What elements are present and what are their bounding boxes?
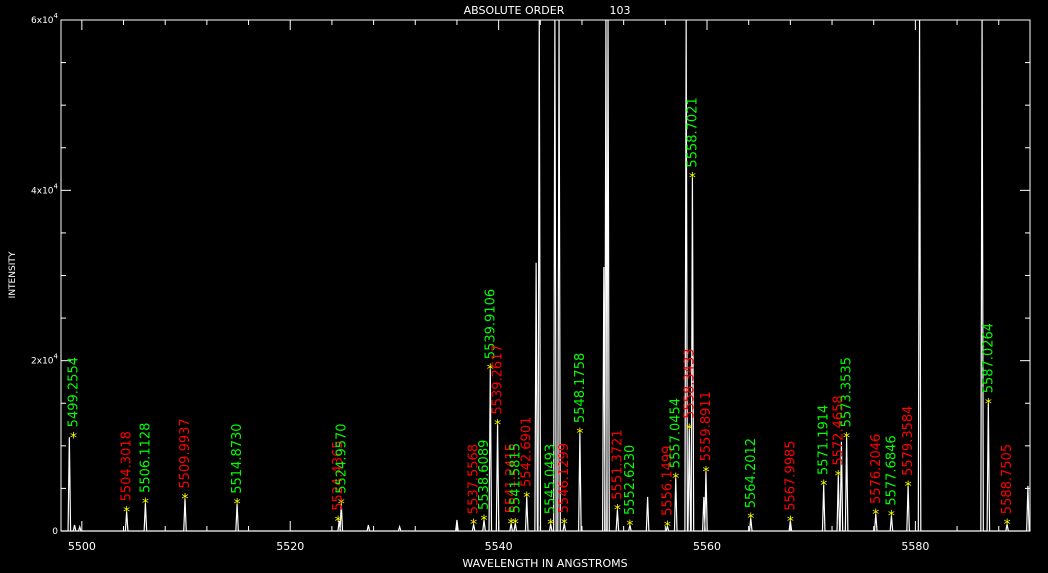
line-marker-asterisk: * (702, 464, 709, 480)
line-label: 5558.7021 (685, 97, 700, 167)
line-label: 5539.2617 (491, 344, 506, 414)
x-tick-label: 5500 (68, 540, 96, 553)
y-tick-mantissa: 2x10 (31, 357, 54, 367)
line-label: 5571.1914 (817, 405, 832, 475)
line-label: 5504.3018 (120, 431, 135, 501)
line-label: 5542.6901 (520, 417, 535, 487)
line-marker-asterisk: * (523, 490, 530, 506)
line-label: 5509.9937 (178, 418, 193, 488)
y-tick-exponent: 4 (54, 182, 59, 190)
y-tick-mantissa: 6x10 (31, 16, 54, 26)
line-marker-asterisk: * (234, 497, 241, 513)
line-marker-asterisk: * (1004, 517, 1011, 533)
line-label: 5577.6846 (884, 435, 899, 505)
line-label: 5546.1299 (557, 443, 572, 513)
y-tick-label: 0 (52, 527, 58, 537)
line-marker-asterisk: * (689, 171, 696, 187)
line-label: 5579.3584 (901, 406, 916, 476)
line-label: 5559.8911 (699, 391, 714, 461)
y-tick-mantissa: 0 (52, 527, 58, 537)
line-marker-asterisk: * (142, 496, 149, 512)
line-label: 5588.7505 (1000, 444, 1015, 514)
line-marker-asterisk: * (123, 504, 130, 520)
line-marker-asterisk: * (664, 519, 671, 535)
line-label: 5587.0264 (981, 323, 996, 393)
line-label: 5499.2554 (67, 357, 82, 427)
spectrum-chart: ABSOLUTE ORDER 103 WAVELENGTH IN ANGSTRO… (0, 0, 1048, 573)
line-label: 5564.2012 (744, 438, 759, 508)
x-tick-label: 5520 (276, 540, 304, 553)
x-axis-label: WAVELENGTH IN ANGSTROMS (462, 557, 627, 570)
line-marker-asterisk: * (512, 516, 519, 532)
line-label: 5558.3433 (682, 348, 697, 418)
line-marker-asterisk: * (888, 509, 895, 525)
line-marker-asterisk: * (481, 513, 488, 529)
line-marker-asterisk: * (835, 469, 842, 485)
line-marker-asterisk: * (905, 479, 912, 495)
line-marker-asterisk: * (335, 514, 342, 530)
y-tick-exponent: 4 (54, 353, 59, 361)
line-label: 5548.1758 (573, 353, 588, 423)
x-tick-label: 5540 (485, 540, 513, 553)
line-label: 5552.6230 (623, 445, 638, 515)
line-marker-asterisk: * (820, 478, 827, 494)
x-tick-label: 5560 (693, 540, 721, 553)
line-marker-asterisk: * (181, 492, 188, 508)
y-tick-mantissa: 4x10 (31, 186, 54, 196)
line-label: 5514.8730 (230, 423, 245, 493)
line-marker-asterisk: * (70, 430, 77, 446)
line-marker-asterisk: * (872, 507, 879, 523)
line-marker-asterisk: * (470, 517, 477, 533)
line-marker-asterisk: * (747, 511, 754, 527)
line-label: 5506.1128 (138, 423, 153, 493)
chart-title: ABSOLUTE ORDER (464, 4, 565, 17)
y-tick-exponent: 4 (54, 12, 59, 20)
line-marker-asterisk: * (787, 514, 794, 530)
line-marker-asterisk: * (686, 422, 693, 438)
line-marker-asterisk: * (561, 516, 568, 532)
line-marker-asterisk: * (494, 418, 501, 434)
line-label: 5576.2046 (869, 434, 884, 504)
line-marker-asterisk: * (614, 503, 621, 519)
line-label: 5573.3535 (840, 357, 855, 427)
line-label: 5567.9985 (783, 440, 798, 510)
line-label: 5524.9570 (334, 423, 349, 493)
line-marker-asterisk: * (576, 426, 583, 442)
x-tick-label: 5580 (901, 540, 929, 553)
line-marker-asterisk: * (985, 396, 992, 412)
line-label: 5538.6089 (477, 440, 492, 510)
y-axis-label: INTENSITY (8, 251, 18, 298)
order-number: 103 (610, 4, 631, 17)
line-marker-asterisk: * (626, 518, 633, 534)
line-marker-asterisk: * (547, 517, 554, 533)
